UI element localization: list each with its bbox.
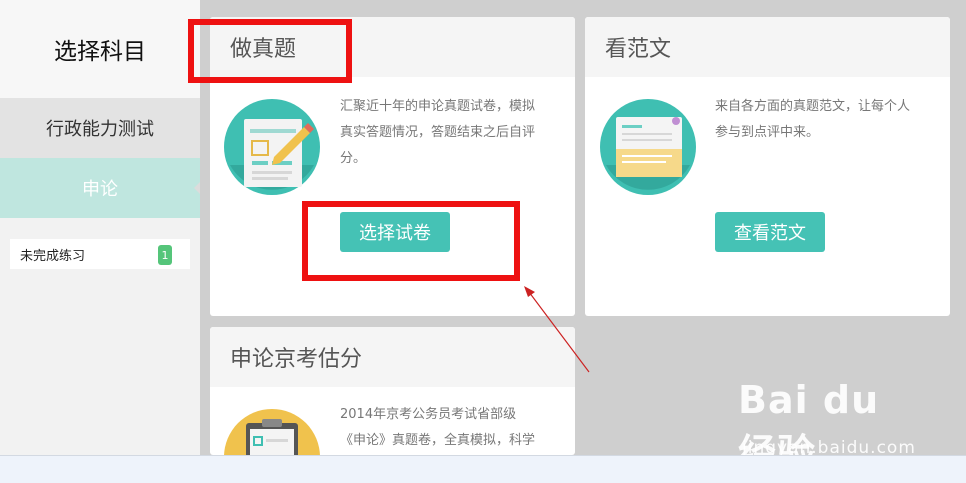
baidu-jingyan-watermark: Bai du 经验 jingyan.baidu.com	[738, 378, 928, 475]
exam-paper-icon	[224, 99, 320, 195]
description-line: 《申论》真题卷，全真模拟，科学	[340, 433, 536, 448]
clipboard-icon	[224, 409, 320, 455]
annotation-arrow-icon	[524, 286, 590, 373]
description-line: 来自各方面的真题范文，让每个人	[715, 99, 911, 114]
unfinished-practice-label: 未完成练习	[20, 248, 86, 264]
sidebar-title: 选择科目	[0, 0, 200, 98]
description-line: 2014年京考公务员考试省部级	[340, 407, 517, 422]
highlight-box-button	[302, 201, 520, 281]
description-line: 参与到点评中来。	[715, 125, 820, 140]
bottom-bar	[0, 455, 966, 483]
essay-document-icon	[600, 99, 696, 195]
description-line: 分。	[340, 151, 367, 166]
selected-arrow-icon	[194, 182, 200, 194]
view-essay-button[interactable]: 查看范文	[715, 212, 825, 252]
description-line: 真实答题情况，答题结束之后自评	[340, 125, 536, 140]
card-description: 汇聚近十年的申论真题试卷，模拟 真实答题情况，答题结束之后自评 分。	[340, 94, 560, 172]
sidebar: 选择科目 行政能力测试 申论 未完成练习 1	[0, 0, 200, 455]
description-line: 汇聚近十年的申论真题试卷，模拟	[340, 99, 536, 114]
card-description: 来自各方面的真题范文，让每个人 参与到点评中来。	[715, 94, 935, 146]
sidebar-item-xingce[interactable]: 行政能力测试	[0, 98, 200, 158]
sidebar-item-label: 申论	[82, 179, 118, 200]
card-model-essay: 看范文 来自各方面的真题范文，让每个人 参与到点评中来。 查看范文	[585, 17, 950, 316]
unfinished-practice-item[interactable]: 未完成练习 1	[10, 239, 190, 269]
card-description: 2014年京考公务员考试省部级 《申论》真题卷，全真模拟，科学	[340, 402, 560, 454]
count-badge: 1	[158, 245, 172, 265]
highlight-box-title	[188, 19, 352, 83]
card-title: 看范文	[585, 17, 950, 77]
sidebar-item-shenlun[interactable]: 申论	[0, 158, 200, 218]
